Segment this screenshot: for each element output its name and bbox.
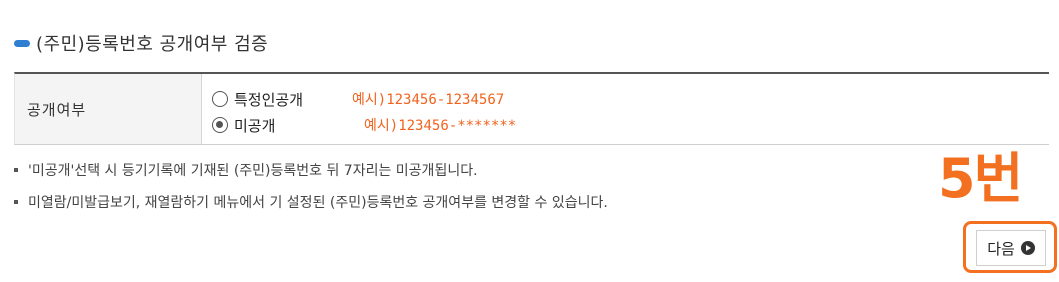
note-item: 미열람/미발급보기, 재열람하기 메뉴에서 기 설정된 (주민)등록번호 공개여…: [14, 192, 608, 212]
next-button-highlight: 다음: [963, 221, 1057, 273]
radio-non-disclosure[interactable]: [212, 117, 228, 133]
section-title: (주민)등록번호 공개여부 검증: [36, 34, 269, 55]
arrow-right-circle-icon: [1020, 241, 1035, 255]
notes-list: '미공개'선택 시 등기기록에 기재된 (주민)등록번호 뒤 7자리는 미공개됩…: [14, 160, 608, 224]
option-label: 특정인공개: [234, 90, 304, 109]
bullet-icon: [14, 168, 18, 172]
radio-specific-disclosure[interactable]: [212, 91, 228, 107]
option-label: 미공개: [234, 116, 276, 135]
option-example: 예시)123456-*******: [364, 118, 517, 134]
option-non-disclosure[interactable]: 미공개 예시)123456-*******: [212, 112, 1049, 138]
note-item: '미공개'선택 시 등기기록에 기재된 (주민)등록번호 뒤 7자리는 미공개됩…: [14, 160, 608, 180]
next-button-label: 다음: [987, 239, 1015, 258]
disclosure-label: 공개여부: [15, 74, 202, 144]
disclosure-form-table: 공개여부 특정인공개 예시)123456-1234567 미공개 예시)1234…: [14, 72, 1049, 145]
section-header: (주민)등록번호 공개여부 검증: [14, 30, 268, 56]
option-example: 예시)123456-1234567: [352, 92, 505, 108]
option-specific-disclosure[interactable]: 특정인공개 예시)123456-1234567: [212, 86, 1049, 112]
bullet-icon: [14, 200, 18, 204]
next-button[interactable]: 다음: [976, 230, 1046, 266]
note-text: '미공개'선택 시 등기기록에 기재된 (주민)등록번호 뒤 7자리는 미공개됩…: [28, 163, 478, 179]
title-bar-icon: [14, 39, 30, 47]
note-text: 미열람/미발급보기, 재열람하기 메뉴에서 기 설정된 (주민)등록번호 공개여…: [28, 195, 608, 211]
disclosure-options: 특정인공개 예시)123456-1234567 미공개 예시)123456-**…: [202, 74, 1049, 144]
step-annotation: 5번: [938, 147, 1023, 210]
